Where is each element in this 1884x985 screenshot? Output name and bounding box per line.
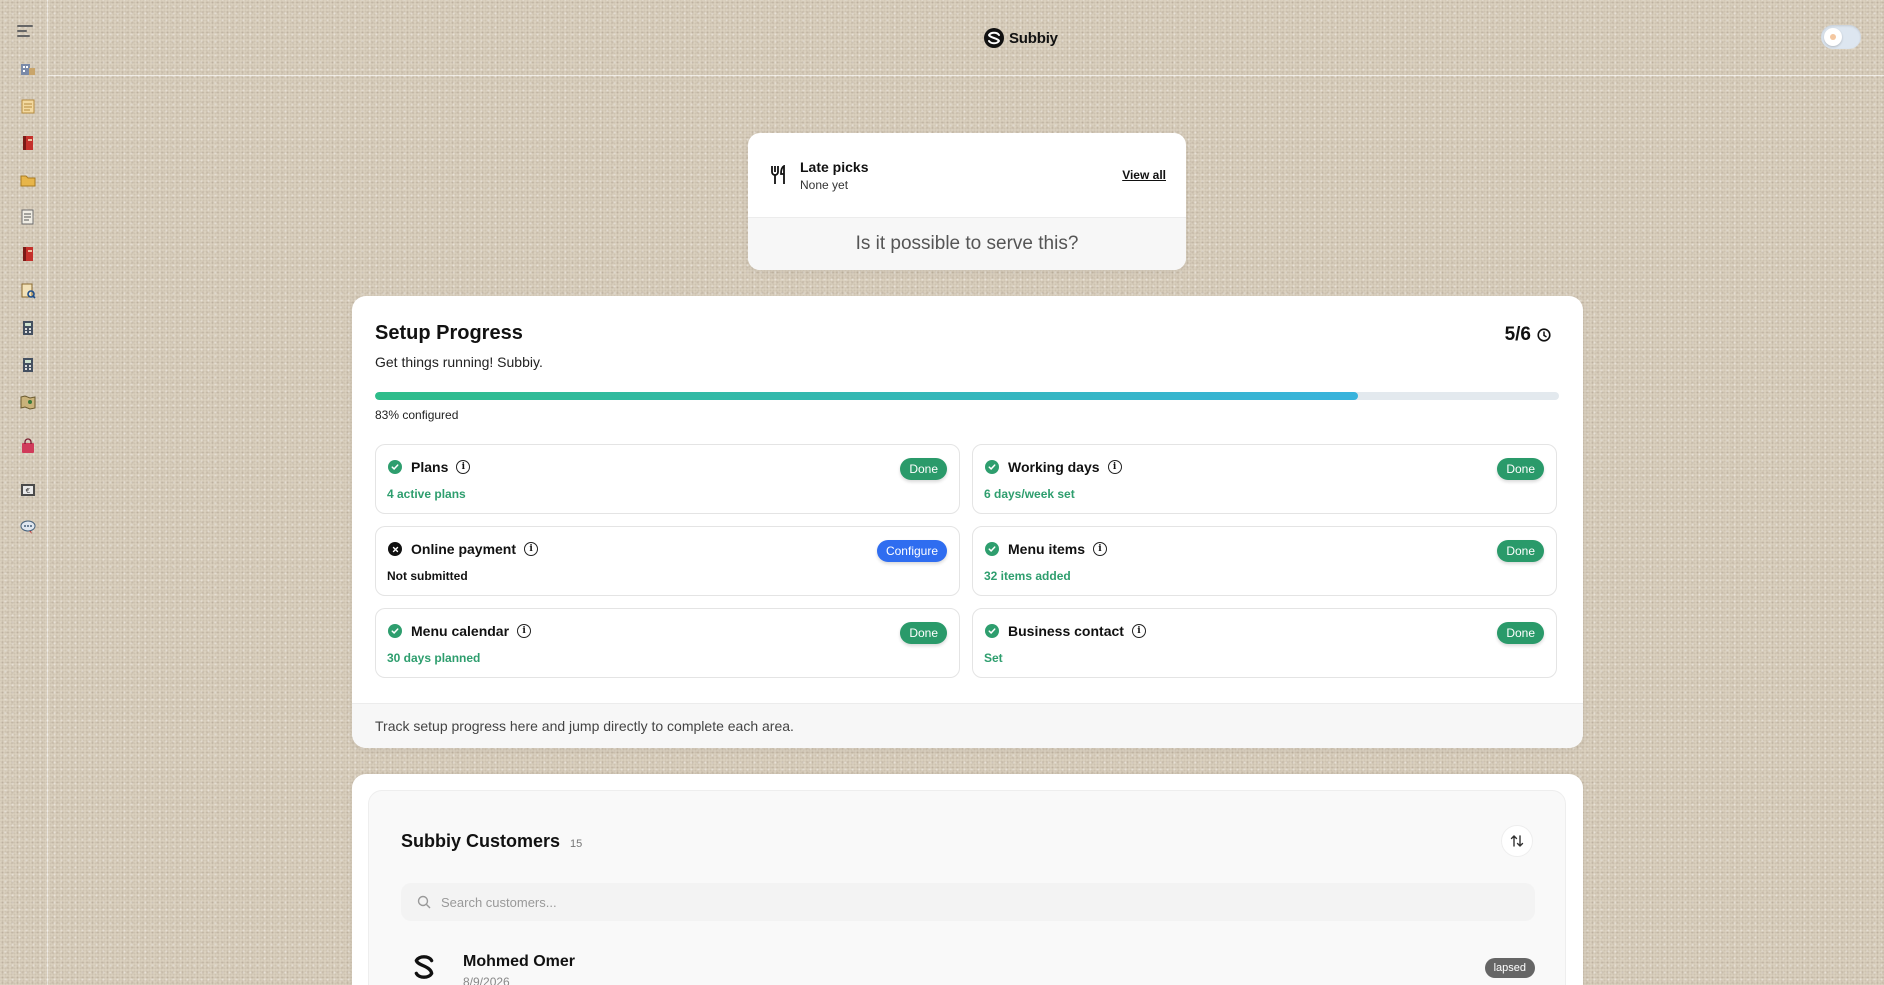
sidebar: € (0, 0, 48, 985)
task-detail: 4 active plans (387, 487, 466, 501)
setup-count-value: 5/6 (1504, 324, 1531, 345)
calculator-icon[interactable] (19, 356, 37, 374)
done-button[interactable]: Done (1497, 458, 1544, 480)
task-name: Menu items i (1008, 541, 1108, 557)
done-button[interactable]: Done (900, 622, 947, 644)
task-detail: Not submitted (387, 569, 468, 583)
sort-arrows-icon (1510, 835, 1524, 847)
task-name: Working days i (1008, 459, 1122, 475)
task-detail: 6 days/week set (984, 487, 1075, 501)
svg-text:€: € (26, 487, 30, 495)
x-circle-icon (388, 542, 402, 556)
task-name-label: Menu items (1008, 541, 1086, 557)
customer-date: 8/9/2026 (463, 975, 510, 985)
clock-icon (1537, 328, 1551, 342)
check-circle-icon (985, 542, 999, 556)
check-circle-icon (388, 624, 402, 638)
info-icon[interactable]: i (456, 460, 471, 474)
done-button[interactable]: Done (1497, 622, 1544, 644)
task-name: Business contact i (1008, 623, 1146, 639)
document-icon[interactable] (19, 208, 37, 226)
support-chat-icon[interactable] (19, 518, 37, 536)
task-name: Online payment i (411, 541, 539, 557)
folder-icon[interactable] (19, 171, 37, 189)
menu-toggle-icon[interactable] (17, 25, 33, 37)
customer-search[interactable] (401, 883, 1535, 921)
customer-row[interactable]: Mohmed Omer 8/9/2026 lapsed (401, 953, 1535, 985)
task-name-label: Menu calendar (411, 623, 510, 639)
fork-knife-icon (771, 165, 785, 184)
customers-card: Subbiy Customers 15 Mohmed Omer 8/9/2026… (352, 774, 1583, 985)
info-icon[interactable]: i (524, 542, 539, 556)
task-detail: Set (984, 651, 1003, 665)
late-picks-card: Late picks None yet View all Is it possi… (748, 133, 1186, 270)
setup-task-menu-calendar: Menu calendar i 30 days planned Done (375, 608, 960, 678)
task-detail: 32 items added (984, 569, 1071, 583)
avatar (411, 953, 437, 985)
setup-progress-label: 83% configured (375, 408, 459, 422)
task-name-label: Business contact (1008, 623, 1124, 639)
book-red-icon[interactable] (19, 245, 37, 263)
setup-task-business-contact: Business contact i Set Done (972, 608, 1557, 678)
info-icon[interactable]: i (1131, 624, 1146, 638)
setup-subtitle: Get things running! Subbiy. (375, 354, 543, 370)
done-button[interactable]: Done (900, 458, 947, 480)
search-document-icon[interactable] (19, 282, 37, 300)
task-detail: 30 days planned (387, 651, 481, 665)
setup-footer-note: Track setup progress here and jump direc… (352, 703, 1583, 748)
building-icon[interactable] (19, 60, 37, 78)
setup-title: Setup Progress (375, 322, 523, 344)
notepad-icon[interactable] (19, 97, 37, 115)
setup-count: 5/6 (1505, 324, 1551, 346)
customers-title: Subbiy Customers (401, 831, 561, 851)
done-button[interactable]: Done (1497, 540, 1544, 562)
book-red-icon[interactable] (19, 134, 37, 152)
check-circle-icon (388, 460, 402, 474)
sort-button[interactable] (1501, 825, 1533, 857)
setup-task-plans: Plans i 4 active plans Done (375, 444, 960, 514)
configure-button[interactable]: Configure (876, 540, 947, 562)
top-header: Subbiy (48, 0, 1884, 76)
info-icon[interactable]: i (1107, 460, 1122, 474)
shopping-bag-icon[interactable] (19, 437, 37, 455)
customers-count: 15 (570, 838, 583, 850)
task-name-label: Online payment (411, 541, 517, 557)
customer-name: Mohmed Omer (463, 953, 576, 970)
status-badge: lapsed (1484, 958, 1535, 978)
setup-progress-card: Setup Progress Get things running! Subbi… (352, 296, 1583, 748)
theme-toggle[interactable] (1821, 25, 1861, 49)
brand-name: Subbiy (1009, 29, 1058, 47)
brand[interactable]: Subbiy (983, 27, 1058, 49)
subbiy-logo-icon (984, 28, 1004, 48)
map-icon[interactable] (19, 393, 37, 411)
setup-task-working-days: Working days i 6 days/week set Done (972, 444, 1557, 514)
search-icon (417, 895, 431, 909)
task-name-label: Plans (411, 459, 449, 475)
calculator-icon[interactable] (19, 319, 37, 337)
setup-progress-fill (375, 392, 1358, 400)
customers-heading: Subbiy Customers 15 (401, 831, 582, 852)
setup-task-menu-items: Menu items i 32 items added Done (972, 526, 1557, 596)
customers-panel: Subbiy Customers 15 Mohmed Omer 8/9/2026… (368, 790, 1566, 985)
task-name: Menu calendar i (411, 623, 532, 639)
info-icon[interactable]: i (517, 624, 532, 638)
late-picks-subtitle: None yet (800, 178, 849, 192)
sun-icon (1824, 28, 1842, 46)
task-name: Plans i (411, 459, 471, 475)
check-circle-icon (985, 624, 999, 638)
late-picks-question: Is it possible to serve this? (748, 218, 1186, 270)
search-input[interactable] (441, 894, 1341, 910)
info-icon[interactable]: i (1093, 542, 1108, 556)
check-circle-icon (985, 460, 999, 474)
setup-progress-bar (375, 392, 1559, 400)
setup-task-online-payment: Online payment i Not submitted Configure (375, 526, 960, 596)
task-name-label: Working days (1008, 459, 1100, 475)
subbiy-logo-icon (414, 955, 434, 979)
late-picks-title: Late picks (800, 159, 869, 175)
view-all-link[interactable]: View all (1122, 168, 1166, 182)
id-card-icon[interactable]: € (19, 481, 37, 499)
